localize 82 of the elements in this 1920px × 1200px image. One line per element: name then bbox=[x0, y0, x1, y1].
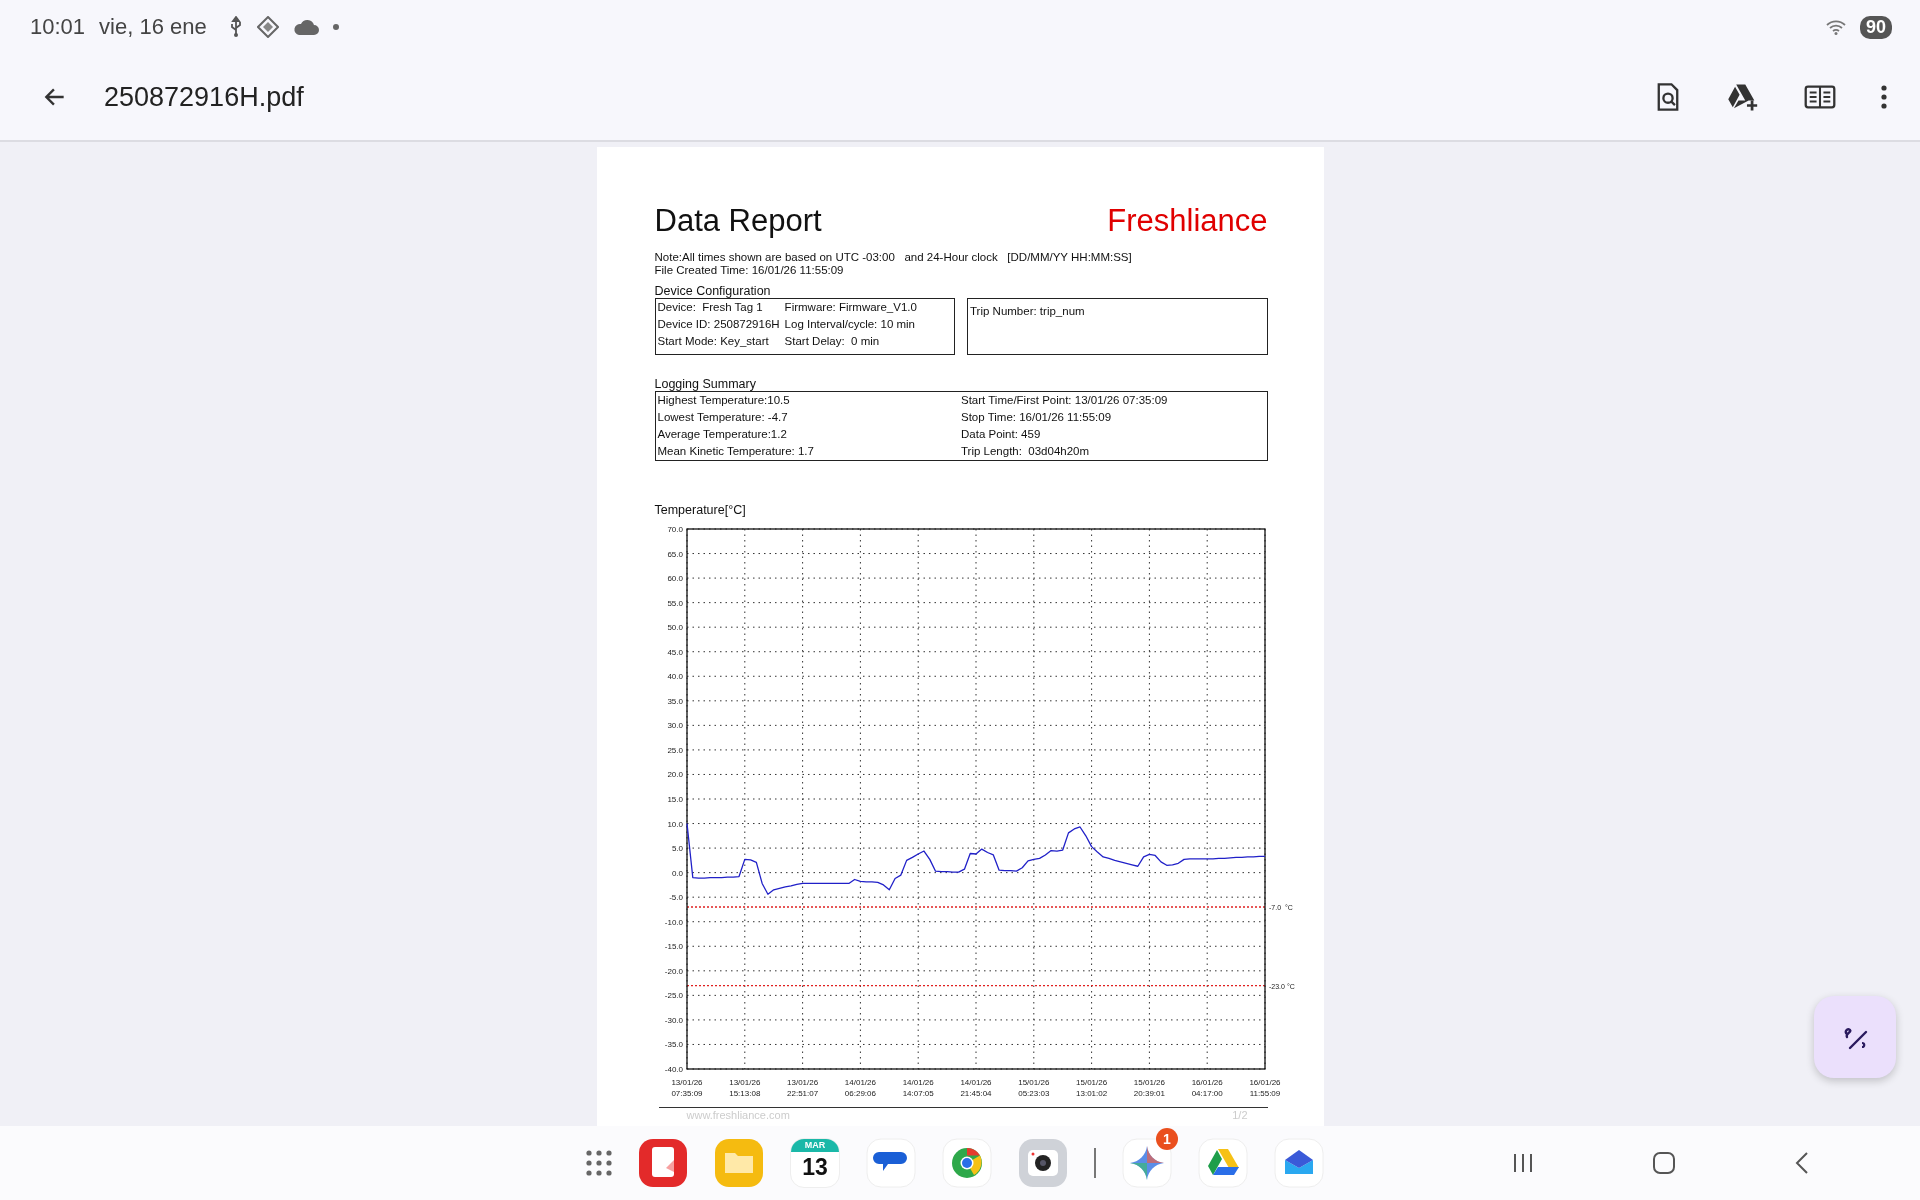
y-tick-label: 45.0 bbox=[666, 647, 683, 657]
report-title: Data Report bbox=[654, 203, 822, 239]
notification-badge: 1 bbox=[1156, 1128, 1178, 1150]
y-tick-label: -30.0 bbox=[664, 1015, 683, 1025]
dot-icon bbox=[332, 24, 339, 30]
x-tick-label: 13/01/26 22:51:07 bbox=[786, 1078, 818, 1098]
recents-button[interactable] bbox=[1512, 1152, 1534, 1174]
browser-app-icon[interactable] bbox=[942, 1138, 992, 1188]
y-tick-label: 10.0 bbox=[666, 819, 683, 829]
drive-app-icon[interactable] bbox=[1198, 1138, 1248, 1188]
x-tick-label: 13/01/26 15:13:08 bbox=[728, 1078, 760, 1098]
x-tick-label: 13/01/26 07:35:09 bbox=[670, 1078, 703, 1098]
notes-app-icon[interactable] bbox=[638, 1138, 688, 1188]
more-icon bbox=[1880, 84, 1888, 110]
summary-field: Stop Time: 16/01/26 11:55:09 bbox=[961, 411, 1265, 424]
y-tick-label: 55.0 bbox=[666, 598, 683, 608]
summary-field: Highest Temperature:10.5 bbox=[657, 394, 961, 407]
x-tick-label: 15/01/26 05:23:03 bbox=[1017, 1078, 1049, 1098]
back-nav-button[interactable] bbox=[1794, 1151, 1810, 1175]
y-tick-label: 25.0 bbox=[666, 745, 683, 755]
y-tick-label: 50.0 bbox=[666, 623, 683, 633]
summary-field: Start Time/First Point: 13/01/26 07:35:09 bbox=[961, 394, 1265, 407]
file-title: 250872916H.pdf bbox=[104, 81, 304, 113]
x-tick-label: 16/01/26 04:17:00 bbox=[1191, 1078, 1223, 1098]
y-tick-label: -15.0 bbox=[664, 942, 683, 952]
y-tick-label: 60.0 bbox=[666, 574, 683, 584]
brand-name: Freshliance bbox=[1107, 203, 1268, 239]
cloud-icon bbox=[292, 18, 319, 36]
y-tick-label: -10.0 bbox=[664, 917, 683, 927]
section-heading: Device Configuration bbox=[654, 284, 772, 298]
app-grid-icon[interactable] bbox=[586, 1150, 612, 1176]
status-date: vie, 16 ene bbox=[99, 14, 207, 40]
calendar-month: MAR bbox=[791, 1139, 839, 1152]
diamond-icon bbox=[256, 16, 279, 38]
config-field: Start Mode: Key_start bbox=[657, 335, 780, 348]
config-field: Log Interval/cycle: 10 min bbox=[784, 318, 952, 331]
summary-field: Average Temperature:1.2 bbox=[657, 428, 961, 441]
y-tick-label: 5.0 bbox=[671, 844, 683, 854]
summary-field: Data Point: 459 bbox=[961, 428, 1265, 441]
report-note: Note:All times shown are based on UTC -03:00 and 24-Hour clock [DD/MM/YY HH:MM:SS] bbox=[654, 251, 1133, 264]
drive-add-icon bbox=[1726, 82, 1760, 112]
y-tick-label: -40.0 bbox=[664, 1065, 683, 1074]
y-tick-label: -25.0 bbox=[664, 991, 683, 1001]
home-button[interactable] bbox=[1652, 1151, 1676, 1175]
y-tick-label: 30.0 bbox=[666, 721, 683, 731]
y-tick-label: 20.0 bbox=[666, 770, 683, 780]
config-field: Device: Fresh Tag 1 bbox=[657, 301, 780, 314]
calendar-day: 13 bbox=[802, 1152, 828, 1182]
y-tick-label: 65.0 bbox=[666, 549, 683, 559]
y-tick-label: -35.0 bbox=[664, 1040, 683, 1050]
trip-number: Trip Number: trip_num bbox=[970, 305, 1085, 317]
y-tick-label: 35.0 bbox=[666, 696, 683, 706]
summary-field: Trip Length: 03d04h20m bbox=[961, 445, 1265, 458]
y-tick-label: 70.0 bbox=[666, 525, 683, 534]
usb-icon bbox=[228, 16, 243, 38]
summary-field: Mean Kinetic Temperature: 1.7 bbox=[657, 445, 961, 458]
y-tick-label: -20.0 bbox=[664, 966, 683, 976]
y-tick-label: 40.0 bbox=[666, 672, 683, 682]
config-field: Device ID: 250872916H bbox=[657, 318, 780, 331]
x-tick-label: 15/01/26 20:39:01 bbox=[1133, 1078, 1165, 1098]
y-tick-label: 15.0 bbox=[666, 795, 683, 804]
wifi-icon bbox=[1825, 19, 1846, 35]
calendar-app-icon[interactable]: MAR 13 bbox=[790, 1138, 840, 1188]
messages-app-icon[interactable] bbox=[866, 1138, 916, 1188]
y-tick-label: 0.0 bbox=[671, 868, 683, 878]
config-field: Firmware: Firmware_V1.0 bbox=[784, 301, 952, 314]
x-tick-label: 14/01/26 21:45:04 bbox=[959, 1078, 992, 1098]
clock-time: 10:01 bbox=[30, 14, 86, 40]
config-field: Start Delay: 0 min bbox=[784, 335, 952, 348]
camera-app-icon[interactable] bbox=[1018, 1138, 1068, 1188]
x-tick-label: 16/01/26 11:55:09 bbox=[1248, 1078, 1281, 1098]
section-heading: Logging Summary bbox=[654, 377, 757, 391]
y-tick-label: -5.0 bbox=[668, 893, 683, 903]
battery-level: 90 bbox=[1859, 15, 1892, 39]
summary-field: Lowest Temperature: -4.7 bbox=[657, 411, 961, 424]
file-created-time: File Created Time: 16/01/26 11:55:09 bbox=[654, 264, 845, 277]
x-tick-label: 15/01/26 13:01:02 bbox=[1075, 1078, 1107, 1098]
mail-app-icon[interactable] bbox=[1274, 1138, 1324, 1188]
book-icon bbox=[1804, 84, 1836, 110]
chart-title: Temperature[°C] bbox=[654, 503, 747, 517]
x-tick-label: 14/01/26 14:07:05 bbox=[902, 1078, 934, 1098]
x-tick-label: 14/01/26 06:29:06 bbox=[844, 1078, 876, 1098]
